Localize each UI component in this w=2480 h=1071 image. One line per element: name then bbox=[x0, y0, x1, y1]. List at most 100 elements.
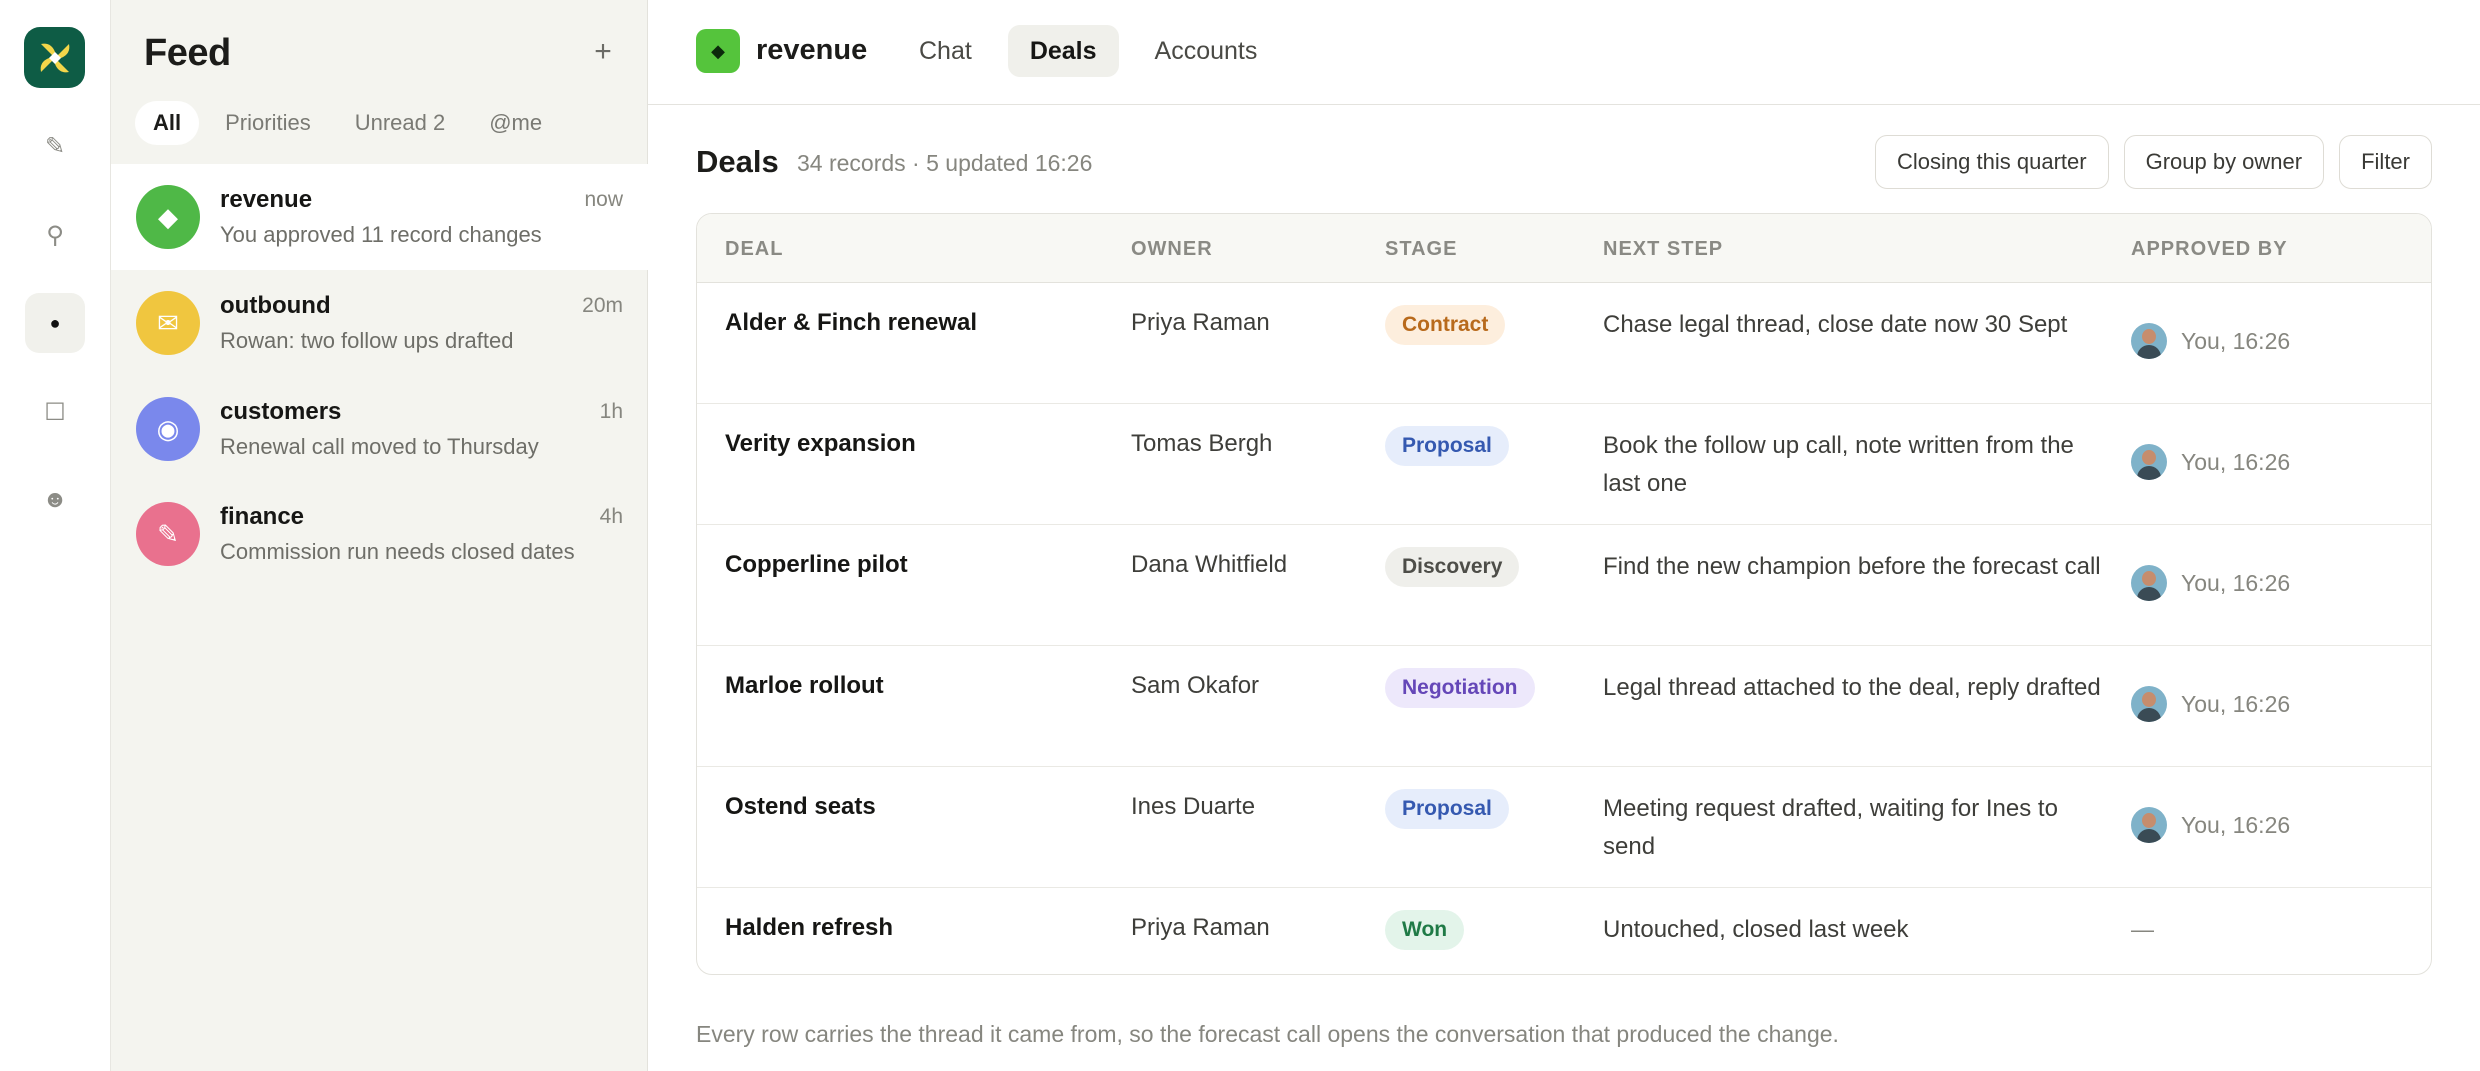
feed-item-revenue[interactable]: ◆ revenue now You approved 11 record cha… bbox=[111, 164, 648, 270]
deal-name: Marloe rollout bbox=[725, 672, 884, 699]
column-header-owner[interactable]: OWNER bbox=[1131, 238, 1213, 261]
approved-by: — bbox=[2131, 916, 2154, 943]
app-logo[interactable] bbox=[24, 27, 85, 88]
feed-title: Feed bbox=[144, 32, 231, 74]
top-bar: ◆ revenue Chat Deals Accounts bbox=[648, 0, 2480, 105]
feed-filters: All Priorities Unread 2 @me bbox=[135, 101, 560, 145]
app-rail: ✎ ⚲ ● ☐ ☻ bbox=[0, 0, 111, 1071]
column-header-stage[interactable]: STAGE bbox=[1385, 238, 1457, 261]
deal-name: Verity expansion bbox=[725, 430, 916, 457]
approval-text: You, 16:26 bbox=[2181, 448, 2291, 475]
approved-by: You, 16:26 bbox=[2131, 807, 2290, 843]
view-actions: Closing this quarter Group by owner Filt… bbox=[1875, 135, 2432, 189]
stage-cell: Proposal bbox=[1385, 426, 1509, 466]
stage-cell: Negotiation bbox=[1385, 668, 1535, 708]
table-row[interactable]: Halden refresh Priya Raman Won Untouched… bbox=[697, 888, 2431, 974]
tasks-rail-button[interactable]: ☐ bbox=[25, 382, 85, 442]
workspace-name: revenue bbox=[756, 34, 868, 66]
avatar bbox=[2131, 807, 2167, 843]
approved-by: You, 16:26 bbox=[2131, 565, 2290, 601]
deal-owner: Ines Duarte bbox=[1131, 793, 1256, 820]
avatar bbox=[2131, 565, 2167, 601]
column-header-approved-by[interactable]: APPROVED BY bbox=[2131, 238, 2288, 261]
search-icon: ⚲ bbox=[46, 221, 64, 249]
stage-badge: Won bbox=[1385, 910, 1465, 950]
column-header-deal[interactable]: DEAL bbox=[725, 238, 783, 261]
approval-text: You, 16:26 bbox=[2181, 811, 2291, 838]
table-row[interactable]: Marloe rollout Sam Okafor Negotiation Le… bbox=[697, 646, 2431, 767]
stage-badge: Proposal bbox=[1385, 789, 1509, 829]
avatar bbox=[2131, 323, 2167, 359]
feed-item-time: 20m bbox=[582, 294, 623, 317]
table-row[interactable]: Verity expansion Tomas Bergh Proposal Bo… bbox=[697, 404, 2431, 525]
closing-quarter-button[interactable]: Closing this quarter bbox=[1875, 135, 2109, 189]
record-summary: 34 records · 5 updated 16:26 bbox=[797, 150, 1093, 176]
filter-mentions[interactable]: @me bbox=[471, 101, 560, 145]
diamond-icon: ◆ bbox=[158, 201, 178, 232]
channel-avatar: ◆ bbox=[136, 185, 200, 249]
feed-item-finance[interactable]: ✎ finance 4h Commission run needs closed… bbox=[111, 481, 648, 587]
group-by-owner-button[interactable]: Group by owner bbox=[2123, 135, 2325, 189]
feed-item-name: revenue bbox=[220, 186, 313, 213]
next-step: Untouched, closed last week bbox=[1603, 916, 1909, 943]
deal-name: Halden refresh bbox=[725, 914, 894, 941]
workspace-icon: ◆ bbox=[696, 29, 740, 73]
column-header-next-step[interactable]: NEXT STEP bbox=[1603, 238, 1723, 261]
stage-cell: Contract bbox=[1385, 305, 1506, 345]
compose-rail-button[interactable]: ✎ bbox=[25, 116, 85, 176]
pencil-icon: ✎ bbox=[157, 518, 179, 549]
feed-item-customers[interactable]: ◉ customers 1h Renewal call moved to Thu… bbox=[111, 376, 648, 482]
next-step: Book the follow up call, note written fr… bbox=[1603, 432, 2074, 497]
filter-all[interactable]: All bbox=[135, 101, 200, 145]
next-step: Meeting request drafted, waiting for Ine… bbox=[1603, 795, 2058, 860]
approval-text: You, 16:26 bbox=[2181, 690, 2291, 717]
feed-item-preview: Rowan: two follow ups drafted bbox=[220, 328, 514, 353]
main-content: ◆ revenue Chat Deals Accounts Deals 34 r… bbox=[648, 0, 2480, 1071]
stage-cell: Won bbox=[1385, 910, 1465, 950]
feed-item-name: customers bbox=[220, 398, 342, 425]
channel-avatar: ✎ bbox=[136, 502, 200, 566]
table-footnote: Every row carries the thread it came fro… bbox=[696, 1021, 1839, 1047]
avatar bbox=[2131, 686, 2167, 722]
diamond-icon: ◆ bbox=[711, 40, 725, 61]
table-row[interactable]: Alder & Finch renewal Priya Raman Contra… bbox=[697, 283, 2431, 404]
table-row[interactable]: Copperline pilot Dana Whitfield Discover… bbox=[697, 525, 2431, 646]
feed-item-time: 1h bbox=[599, 400, 623, 423]
feed-item-preview: Renewal call moved to Thursday bbox=[220, 434, 539, 459]
approved-by: You, 16:26 bbox=[2131, 323, 2290, 359]
next-step: Find the new champion before the forecas… bbox=[1603, 553, 2101, 580]
target-icon: ◉ bbox=[156, 413, 180, 444]
approved-by: You, 16:26 bbox=[2131, 686, 2290, 722]
deal-owner: Sam Okafor bbox=[1131, 672, 1260, 699]
feed-item-preview: You approved 11 record changes bbox=[220, 222, 542, 247]
stage-badge: Contract bbox=[1385, 305, 1506, 345]
stage-badge: Proposal bbox=[1385, 426, 1509, 466]
deal-owner: Priya Raman bbox=[1131, 914, 1270, 941]
search-rail-button[interactable]: ⚲ bbox=[25, 205, 85, 265]
feed-item-outbound[interactable]: ✉ outbound 20m Rowan: two follow ups dra… bbox=[111, 270, 648, 376]
stage-cell: Discovery bbox=[1385, 547, 1520, 587]
deal-name: Ostend seats bbox=[725, 793, 876, 820]
deal-owner: Dana Whitfield bbox=[1131, 551, 1288, 578]
feed-item-time: 4h bbox=[599, 505, 623, 528]
tab-deals[interactable]: Deals bbox=[1007, 25, 1119, 77]
filter-unread[interactable]: Unread 2 bbox=[337, 101, 464, 145]
stage-cell: Proposal bbox=[1385, 789, 1509, 829]
profile-rail-button[interactable]: ☻ bbox=[25, 470, 85, 530]
deal-owner: Priya Raman bbox=[1131, 309, 1270, 336]
add-feed-button[interactable]: + bbox=[587, 36, 619, 68]
approval-text: You, 16:26 bbox=[2181, 569, 2291, 596]
approval-text: You, 16:26 bbox=[2181, 327, 2291, 354]
stage-badge: Discovery bbox=[1385, 547, 1520, 587]
tab-chat[interactable]: Chat bbox=[897, 25, 994, 77]
page-title: Deals bbox=[696, 144, 779, 179]
feed-rail-button[interactable]: ● bbox=[25, 293, 85, 353]
deal-owner: Tomas Bergh bbox=[1131, 430, 1273, 457]
filter-priorities[interactable]: Priorities bbox=[207, 101, 329, 145]
feed-panel: Feed + All Priorities Unread 2 @me ◆ rev… bbox=[111, 0, 648, 1071]
feed-item-name: outbound bbox=[220, 292, 331, 319]
tab-accounts[interactable]: Accounts bbox=[1133, 25, 1280, 77]
filter-button[interactable]: Filter bbox=[2339, 135, 2432, 189]
table-row[interactable]: Ostend seats Ines Duarte Proposal Meetin… bbox=[697, 767, 2431, 888]
dot-icon: ● bbox=[49, 312, 61, 333]
